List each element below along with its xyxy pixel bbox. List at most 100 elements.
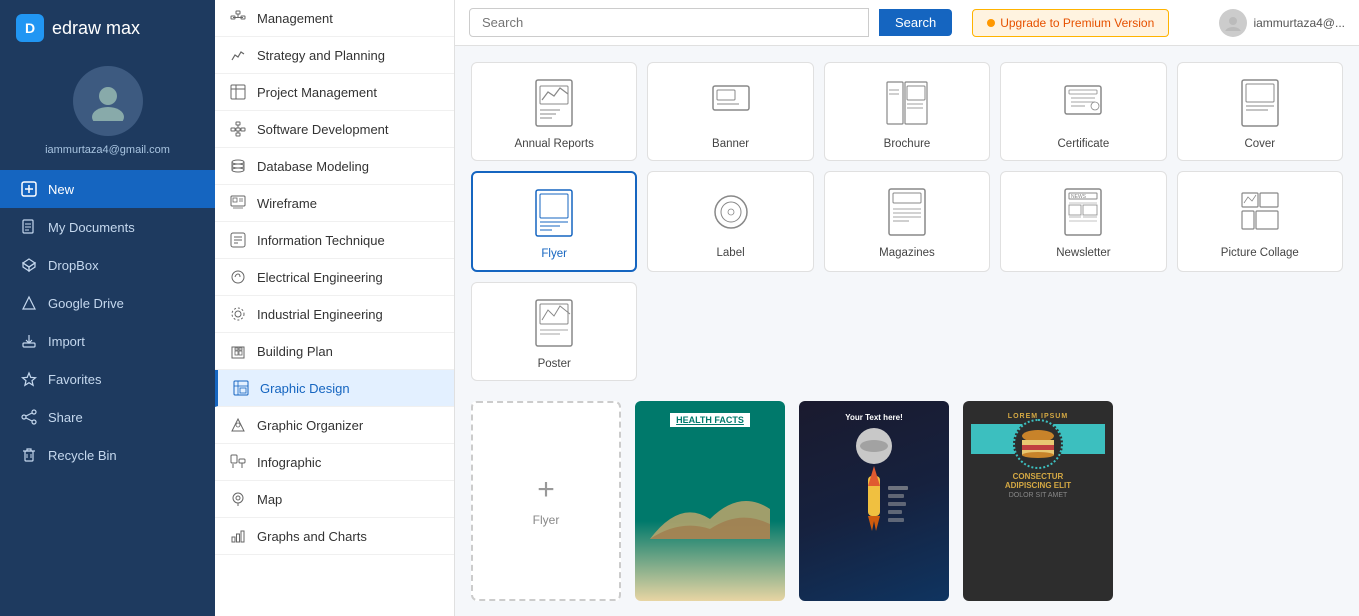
newsletter-label: Newsletter xyxy=(1056,247,1110,259)
template-card-poster[interactable]: Poster xyxy=(471,282,637,381)
middle-item-map[interactable]: Map xyxy=(215,481,454,518)
map-icon xyxy=(229,490,247,508)
graphs-charts-icon xyxy=(229,527,247,545)
sidebar-item-dropbox[interactable]: DropBox xyxy=(0,246,215,284)
logo-icon: D xyxy=(16,14,44,42)
annual-reports-label: Annual Reports xyxy=(515,138,594,150)
template-card-magazines[interactable]: Magazines xyxy=(824,171,990,272)
cover-icon xyxy=(1235,75,1285,130)
upgrade-button[interactable]: Upgrade to Premium Version xyxy=(972,9,1169,37)
banner-icon xyxy=(706,75,756,130)
project-mgmt-label: Project Management xyxy=(257,85,377,100)
sidebar-new-label: New xyxy=(48,182,74,197)
sidebar-item-google-drive[interactable]: Google Drive xyxy=(0,284,215,322)
electrical-icon xyxy=(229,268,247,286)
middle-item-management[interactable]: Management xyxy=(215,0,454,37)
sidebar-item-import[interactable]: Import xyxy=(0,322,215,360)
sidebar-item-share[interactable]: Share xyxy=(0,398,215,436)
middle-item-strategy[interactable]: Strategy and Planning xyxy=(215,37,454,74)
banner-label: Banner xyxy=(712,138,749,150)
magazines-icon xyxy=(882,184,932,239)
dolor-label: DOLOR SIT AMET xyxy=(1009,492,1068,499)
svg-text:NEWS: NEWS xyxy=(1071,194,1087,200)
sidebar-item-my-documents[interactable]: My Documents xyxy=(0,208,215,246)
database-icon xyxy=(229,157,247,175)
sidebar-recycle-label: Recycle Bin xyxy=(48,448,117,463)
template-card-annual-reports[interactable]: Annual Reports xyxy=(471,62,637,161)
graphic-design-label: Graphic Design xyxy=(260,381,350,396)
logo-text: edraw max xyxy=(52,18,140,39)
sidebar-dropbox-label: DropBox xyxy=(48,258,99,273)
space-preview: Your Text here! xyxy=(799,401,949,601)
project-mgmt-icon xyxy=(229,83,247,101)
sidebar-import-label: Import xyxy=(48,334,85,349)
template-card-certificate[interactable]: Certificate xyxy=(1000,62,1166,161)
middle-item-graphic-design[interactable]: Graphic Design xyxy=(215,370,454,407)
poster-label: Poster xyxy=(538,358,571,370)
industrial-icon xyxy=(229,305,247,323)
template-card-brochure[interactable]: Brochure xyxy=(824,62,990,161)
flyer-preview-space[interactable]: Your Text here! xyxy=(799,401,949,601)
middle-item-project-mgmt[interactable]: Project Management xyxy=(215,74,454,111)
middle-item-electrical[interactable]: Electrical Engineering xyxy=(215,259,454,296)
new-icon xyxy=(20,180,38,198)
import-icon xyxy=(20,332,38,350)
flyer-icon xyxy=(529,185,579,240)
annual-reports-icon xyxy=(529,75,579,130)
template-card-label[interactable]: Label xyxy=(647,171,813,272)
building-label: Building Plan xyxy=(257,344,333,359)
certificate-icon xyxy=(1058,75,1108,130)
industrial-label: Industrial Engineering xyxy=(257,307,383,322)
space-text: Your Text here! xyxy=(845,413,903,422)
database-label: Database Modeling xyxy=(257,159,369,174)
user-area: iammurtaza4@... xyxy=(1219,9,1345,37)
template-card-banner[interactable]: Banner xyxy=(647,62,813,161)
infographic-icon xyxy=(229,453,247,471)
poster-icon xyxy=(529,295,579,350)
burger-preview: LOREM IPSUM xyxy=(963,401,1113,601)
management-label: Management xyxy=(257,11,333,26)
label-card-label: Label xyxy=(717,247,745,259)
upgrade-dot xyxy=(987,19,995,27)
middle-item-software-dev[interactable]: Software Development xyxy=(215,111,454,148)
middle-item-industrial[interactable]: Industrial Engineering xyxy=(215,296,454,333)
graphic-design-icon xyxy=(232,379,250,397)
sidebar-item-recycle-bin[interactable]: Recycle Bin xyxy=(0,436,215,474)
brochure-label: Brochure xyxy=(884,138,931,150)
flyer-plus-icon: + xyxy=(537,475,555,505)
consectur-label: CONSECTUR xyxy=(1013,472,1064,481)
middle-item-infographic[interactable]: Infographic xyxy=(215,444,454,481)
template-card-picture-collage[interactable]: Picture Collage xyxy=(1177,171,1343,272)
search-button[interactable]: Search xyxy=(879,9,952,36)
flyer-preview-health[interactable]: HEALTH FACTS xyxy=(635,401,785,601)
label-card-icon xyxy=(706,184,756,239)
strategy-label: Strategy and Planning xyxy=(257,48,385,63)
sidebar-nav: New My Documents DropBox xyxy=(0,170,215,474)
search-input[interactable] xyxy=(469,8,869,37)
management-icon xyxy=(229,9,247,27)
google-drive-icon xyxy=(20,294,38,312)
flyer-new-card[interactable]: + Flyer xyxy=(471,401,621,601)
middle-item-database[interactable]: Database Modeling xyxy=(215,148,454,185)
middle-item-graphic-organizer[interactable]: Graphic Organizer xyxy=(215,407,454,444)
health-preview: HEALTH FACTS xyxy=(635,401,785,601)
middle-item-building[interactable]: Building Plan xyxy=(215,333,454,370)
flyer-preview-burger[interactable]: LOREM IPSUM xyxy=(963,401,1113,601)
template-grid: Annual Reports Banner xyxy=(471,62,1343,381)
template-card-cover[interactable]: Cover xyxy=(1177,62,1343,161)
template-card-newsletter[interactable]: NEWS Newsletter xyxy=(1000,171,1166,272)
middle-item-graphs-charts[interactable]: Graphs and Charts xyxy=(215,518,454,555)
middle-item-wireframe[interactable]: Wireframe xyxy=(215,185,454,222)
sidebar-item-new[interactable]: New xyxy=(0,170,215,208)
topbar: Search Upgrade to Premium Version iammur… xyxy=(455,0,1359,46)
sidebar-share-label: Share xyxy=(48,410,83,425)
middle-panel: Management Strategy and Planning Project… xyxy=(215,0,455,616)
middle-item-info-tech[interactable]: Information Technique xyxy=(215,222,454,259)
user-email: iammurtaza4@gmail.com xyxy=(37,144,178,156)
template-card-flyer[interactable]: Flyer xyxy=(471,171,637,272)
newsletter-icon: NEWS xyxy=(1058,184,1108,239)
graphic-organizer-icon xyxy=(229,416,247,434)
dropbox-icon xyxy=(20,256,38,274)
certificate-label: Certificate xyxy=(1058,138,1110,150)
sidebar-item-favorites[interactable]: Favorites xyxy=(0,360,215,398)
